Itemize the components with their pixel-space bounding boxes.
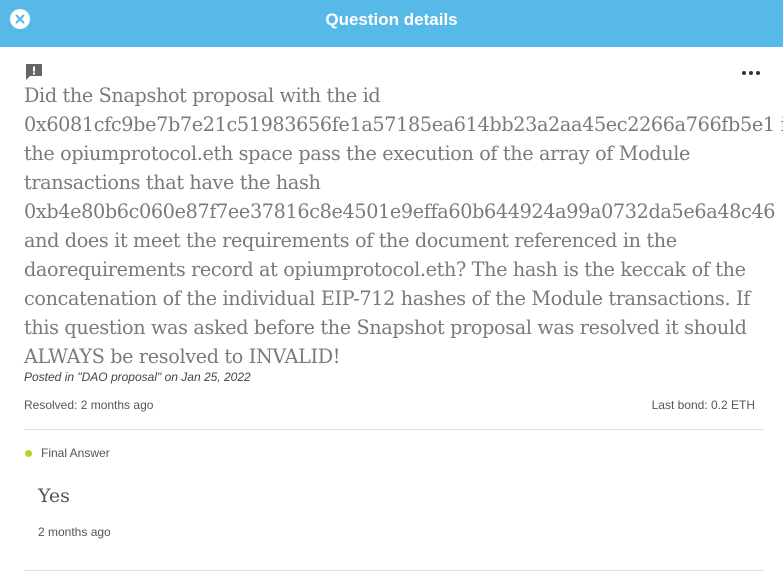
page-title: Question details	[325, 10, 458, 29]
feedback-icon	[26, 64, 42, 80]
question-line: 0x6081cfc9be7b7e21c51983656fe1a57185ea61…	[24, 113, 783, 136]
question-line: and does it meet the requirements of the…	[24, 229, 677, 252]
question-text: Did the Snapshot proposal with the id 0x…	[24, 81, 783, 371]
question-line: concatenation of the individual EIP-712 …	[24, 287, 750, 310]
more-horizontal-icon[interactable]	[742, 71, 746, 75]
question-line: Did the Snapshot proposal with the id	[24, 84, 381, 107]
more-options-button[interactable]	[739, 66, 763, 80]
posted-info: Posted in "DAO proposal" on Jan 25, 2022	[24, 370, 251, 384]
question-line: ALWAYS be resolved to INVALID!	[24, 345, 341, 368]
more-horizontal-icon[interactable]	[749, 71, 753, 75]
question-line: the opiumprotocol.eth space pass the exe…	[24, 142, 691, 165]
question-line: this question was asked before the Snaps…	[24, 316, 747, 339]
final-answer-label: Final Answer	[41, 446, 110, 460]
final-answer-value: Yes	[38, 485, 70, 507]
question-line: 0xb4e80b6c060e87f7ee37816c8e4501e9effa60…	[24, 200, 776, 223]
last-bond: Last bond: 0.2 ETH	[651, 398, 755, 412]
question-line: transactions that have the hash	[24, 171, 321, 194]
header-bar: Question details	[0, 0, 783, 47]
final-answer-status-dot	[25, 450, 32, 457]
question-line: daorequirements record at opiumprotocol.…	[24, 258, 746, 281]
final-answer-time: 2 months ago	[38, 525, 111, 539]
more-horizontal-icon[interactable]	[756, 71, 760, 75]
divider	[24, 570, 764, 571]
resolved-status: Resolved: 2 months ago	[24, 398, 154, 412]
divider	[24, 429, 764, 430]
